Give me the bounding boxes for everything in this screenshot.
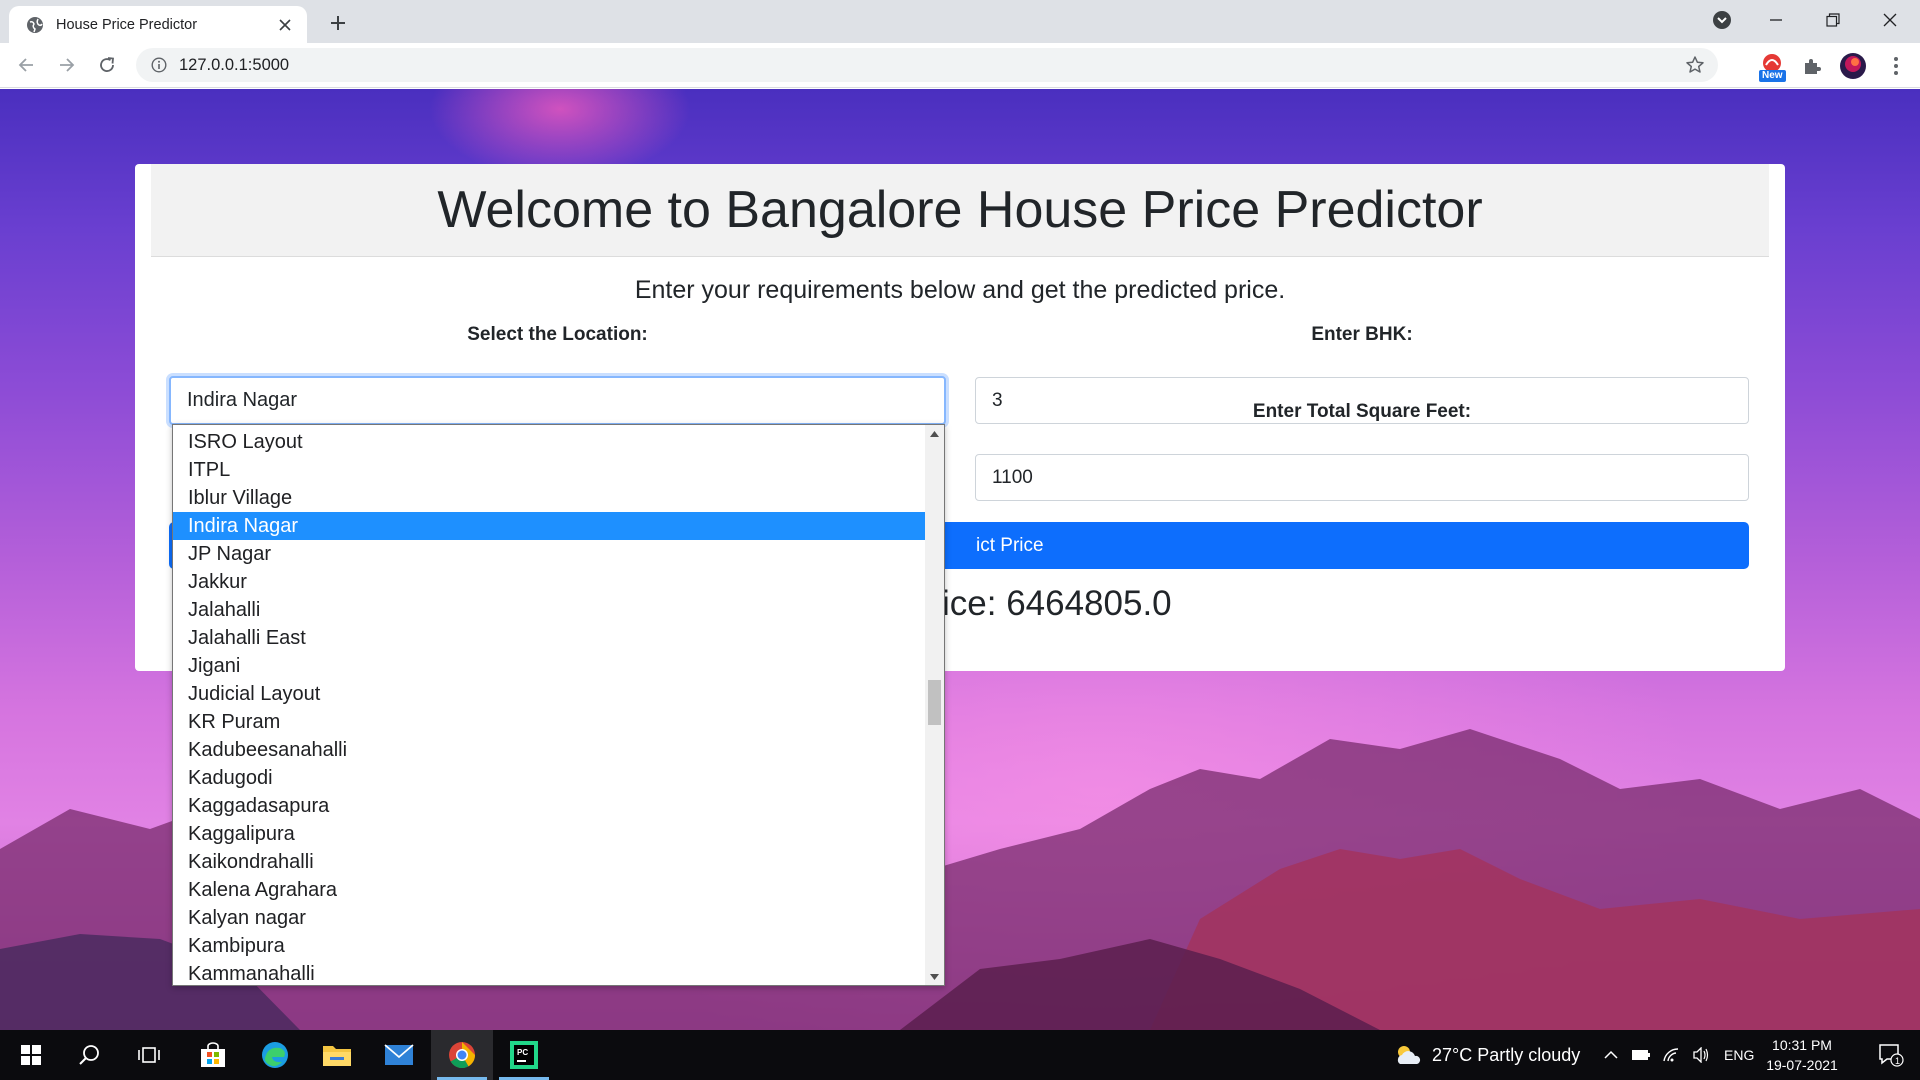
search-icon[interactable] <box>58 1030 120 1080</box>
weather-widget[interactable]: 27°C Partly cloudy <box>1392 1030 1580 1080</box>
volume-icon[interactable] <box>1688 1030 1714 1080</box>
mail-icon[interactable] <box>368 1030 430 1080</box>
dropdown-option[interactable]: Kaggalipura <box>173 820 925 848</box>
forward-icon[interactable] <box>53 51 81 79</box>
location-dropdown-list[interactable]: ISRO Layout ITPL Iblur Village Indira Nagar… <box>172 424 945 986</box>
sqft-label: Enter Total Square Feet: <box>1252 401 1472 422</box>
weather-text: 27°C Partly cloudy <box>1432 1044 1581 1065</box>
dropdown-option[interactable]: Kalena Agrahara <box>173 876 925 904</box>
predict-button-label: ict Price <box>976 535 1044 556</box>
prediction-text: ice: 6464805.0 <box>942 584 1172 623</box>
dropdown-option[interactable]: Kammanahalli <box>173 960 925 985</box>
windows-start-icon[interactable] <box>0 1030 62 1080</box>
svg-text:PC: PC <box>517 1048 528 1057</box>
dropdown-option[interactable]: ITPL <box>173 456 925 484</box>
dropdown-option[interactable]: ISRO Layout <box>173 428 925 456</box>
notifications-icon[interactable]: 1 <box>1862 1030 1920 1080</box>
dropdown-option[interactable]: Kambipura <box>173 932 925 960</box>
dropdown-option[interactable]: Kadubeesanahalli <box>173 736 925 764</box>
dropdown-option[interactable]: Jakkur <box>173 568 925 596</box>
dropdown-option[interactable]: Kadugodi <box>173 764 925 792</box>
new-tab-button[interactable] <box>325 10 351 36</box>
close-window-icon[interactable] <box>1877 7 1903 33</box>
scrollbar-thumb[interactable] <box>928 680 941 725</box>
taskbar: PC 27°C Partly cloudy ENG 10:31 PM 19-07… <box>0 1030 1920 1080</box>
browser-toolbar: 127.0.0.1:5000 <box>0 43 1920 88</box>
extensions-puzzle-icon[interactable] <box>1798 52 1826 80</box>
task-view-icon[interactable] <box>118 1030 180 1080</box>
restore-icon[interactable] <box>1820 7 1846 33</box>
language-indicator[interactable]: ENG <box>1724 1030 1754 1080</box>
dropdown-options: ISRO Layout ITPL Iblur Village Indira Nagar… <box>173 428 925 985</box>
sqft-input[interactable]: 1100 <box>975 454 1749 501</box>
battery-icon[interactable] <box>1628 1030 1654 1080</box>
dropdown-option[interactable]: KR Puram <box>173 708 925 736</box>
profile-avatar[interactable] <box>1839 52 1867 80</box>
partly-cloudy-icon <box>1397 1046 1421 1064</box>
dropdown-option[interactable]: JP Nagar <box>173 540 925 568</box>
dropdown-option[interactable]: Judicial Layout <box>173 680 925 708</box>
extension-new-badge: New <box>1759 70 1786 82</box>
page-title: Welcome to Bangalore House Price Predict… <box>437 181 1483 239</box>
menu-kebab-icon[interactable] <box>1882 52 1910 80</box>
microsoft-store-icon[interactable] <box>182 1030 244 1080</box>
dropdown-option[interactable]: Kaggadasapura <box>173 792 925 820</box>
url-text: 127.0.0.1:5000 <box>179 55 290 74</box>
dropdown-option[interactable]: Iblur Village <box>173 484 925 512</box>
dropdown-option[interactable]: Jalahalli East <box>173 624 925 652</box>
tab-title: House Price Predictor <box>56 16 198 33</box>
close-tab-icon[interactable] <box>277 17 293 33</box>
scroll-down-arrow-icon[interactable] <box>925 968 944 985</box>
notification-count: 1 <box>1895 1056 1900 1066</box>
dropdown-option[interactable]: Jalahalli <box>173 596 925 624</box>
dropdown-option[interactable]: Kaikondrahalli <box>173 848 925 876</box>
card-header: Welcome to Bangalore House Price Predict… <box>151 164 1769 257</box>
minimize-icon[interactable] <box>1763 7 1789 33</box>
clock[interactable]: 10:31 PM 19-07-2021 <box>1762 1035 1842 1075</box>
edge-browser-icon[interactable] <box>244 1030 306 1080</box>
clock-date: 19-07-2021 <box>1766 1057 1838 1073</box>
browser-tab-strip: House Price Predictor <box>0 0 1920 43</box>
bhk-label: Enter BHK: <box>1311 324 1413 345</box>
pycharm-icon[interactable]: PC <box>493 1030 555 1080</box>
bookmark-star-icon[interactable] <box>1684 54 1706 76</box>
scroll-up-arrow-icon[interactable] <box>925 425 944 442</box>
dropdown-option[interactable]: Indira Nagar <box>173 512 925 540</box>
page-subtitle: Enter your requirements below and get th… <box>634 276 1286 304</box>
dropdown-option[interactable]: Jigani <box>173 652 925 680</box>
site-info-icon[interactable] <box>150 56 168 74</box>
location-select[interactable]: Indira Nagar <box>169 376 946 425</box>
location-label: Select the Location: <box>467 324 648 345</box>
browser-tab[interactable]: House Price Predictor <box>9 6 307 43</box>
clock-time: 10:31 PM <box>1772 1037 1832 1053</box>
reload-icon[interactable] <box>93 51 121 79</box>
show-hidden-icons-chevron-icon[interactable] <box>1598 1030 1624 1080</box>
dropdown-scrollbar[interactable] <box>925 425 944 985</box>
dropdown-option[interactable]: Kalyan nagar <box>173 904 925 932</box>
address-bar[interactable]: 127.0.0.1:5000 <box>136 48 1718 82</box>
tab-search-icon[interactable] <box>1709 7 1735 33</box>
wifi-icon[interactable] <box>1658 1030 1684 1080</box>
chrome-taskbar-icon[interactable] <box>431 1030 493 1080</box>
file-explorer-icon[interactable] <box>306 1030 368 1080</box>
globe-icon <box>26 16 44 34</box>
back-icon[interactable] <box>12 51 40 79</box>
